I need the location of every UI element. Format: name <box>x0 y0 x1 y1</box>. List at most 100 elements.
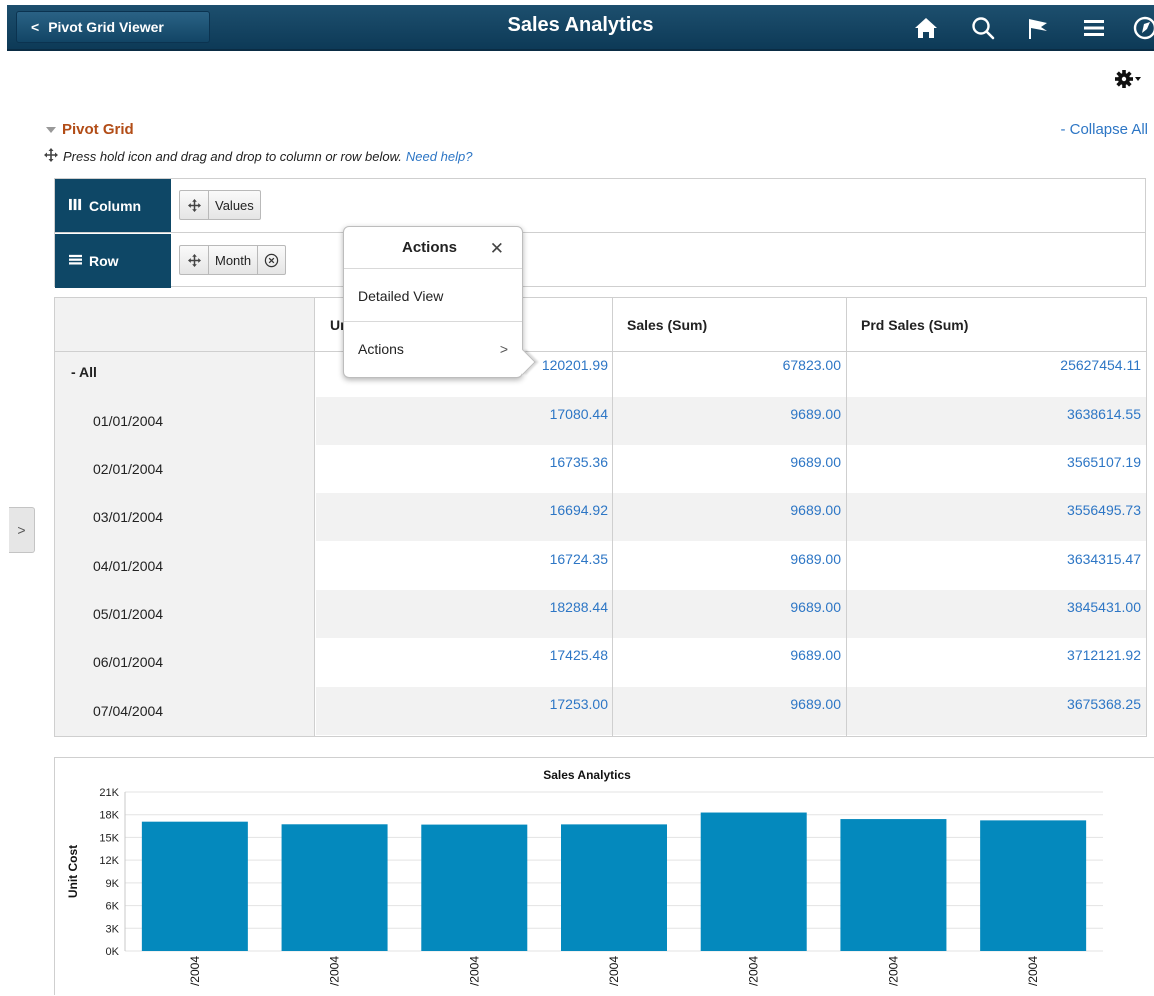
pivot-grid-title: Pivot Grid <box>62 121 134 138</box>
col-header-sales[interactable]: Sales (Sum) <box>613 298 846 352</box>
cell-prd-sales[interactable]: 25627454.11 <box>905 357 1141 373</box>
bar <box>141 821 248 951</box>
cell-unit-cost[interactable]: 16724.35 <box>455 551 608 567</box>
y-tick-label: 18K <box>99 810 119 822</box>
x-tick-label: /2004 <box>886 956 900 986</box>
row-label-all[interactable]: - All <box>55 364 315 380</box>
chart-title: Sales Analytics <box>543 768 631 782</box>
move-icon <box>44 148 58 165</box>
cell-unit-cost[interactable]: 17253.00 <box>455 696 608 712</box>
month-chip-label: Month <box>215 252 252 268</box>
header-bar: < Pivot Grid Viewer Sales Analytics <box>7 5 1154 51</box>
y-tick-label: 21K <box>99 787 119 799</box>
y-axis-label: Unit Cost <box>66 845 80 898</box>
cell-unit-cost[interactable]: 17080.44 <box>455 406 608 422</box>
search-icon[interactable] <box>969 14 997 42</box>
sales-analytics-chart: Sales Analytics 0K 3K 6K 9K 12K 15K 18K 21K Unit … <box>54 757 1154 995</box>
cell-unit-cost[interactable]: 17425.48 <box>455 647 608 663</box>
corner-header <box>55 298 316 352</box>
drag-hint: Press hold icon and drag and drop to col… <box>44 148 472 165</box>
flag-icon[interactable] <box>1024 14 1052 42</box>
cell-prd-sales[interactable]: 3675368.25 <box>905 696 1141 712</box>
back-button[interactable]: < Pivot Grid Viewer <box>16 11 210 43</box>
side-panel-toggle[interactable]: > <box>9 507 35 553</box>
cell-prd-sales[interactable]: 3556495.73 <box>905 502 1141 518</box>
actions-popup: Actions ✕ Detailed View Actions > <box>343 226 536 378</box>
values-chip[interactable]: Values <box>179 190 261 220</box>
column-zone-label: Column <box>55 179 171 232</box>
row-label: Row <box>89 253 119 269</box>
cell-sales[interactable]: 9689.00 <box>655 551 841 567</box>
row-label: 04/01/2004 <box>93 558 164 574</box>
cell-unit-cost[interactable]: 16694.92 <box>455 502 608 518</box>
cell-prd-sales[interactable]: 3565107.19 <box>905 454 1141 470</box>
row-label: 01/01/2004 <box>93 413 164 429</box>
x-tick-label: /2004 <box>607 956 621 986</box>
column-divider <box>846 298 847 736</box>
x-tick-label: /2004 <box>1026 956 1040 986</box>
cell-sales[interactable]: 9689.00 <box>655 502 841 518</box>
drag-handle-icon[interactable] <box>180 246 209 274</box>
x-tick-label: /2004 <box>188 956 202 986</box>
cell-sales[interactable]: 9689.00 <box>655 599 841 615</box>
month-chip[interactable]: Month <box>179 245 287 275</box>
cell-sales[interactable]: 9689.00 <box>655 647 841 663</box>
y-tick-label: 9K <box>106 878 120 890</box>
collapse-all-link[interactable]: - Collapse All <box>1060 121 1148 138</box>
need-help-link[interactable]: Need help? <box>406 149 473 164</box>
y-tick-label: 15K <box>99 832 119 844</box>
column-drop-row: Column Values <box>55 179 1145 233</box>
chart-svg: Sales Analytics 0K 3K 6K 9K 12K 15K 18K 21K Unit … <box>66 768 1103 986</box>
row-label: 03/01/2004 <box>93 509 164 525</box>
pivot-drop-zone: Column Values Row Month <box>54 178 1146 288</box>
bar <box>561 824 667 951</box>
remove-chip-icon[interactable] <box>257 246 285 274</box>
cell-prd-sales[interactable]: 3712121.92 <box>905 647 1141 663</box>
y-tick-label: 12K <box>99 855 119 867</box>
cell-sales[interactable]: 67823.00 <box>655 357 841 373</box>
row-drop-row: Row Month <box>55 234 1145 288</box>
row-zone-label: Row <box>55 234 171 288</box>
menu-icon[interactable] <box>1080 14 1108 42</box>
chevron-left-icon: < <box>31 19 40 35</box>
y-tick-label: 3K <box>106 923 120 935</box>
cell-sales[interactable]: 9689.00 <box>655 696 841 712</box>
row-label: 07/04/2004 <box>93 703 164 719</box>
cell-prd-sales[interactable]: 3845431.00 <box>905 599 1141 615</box>
close-icon[interactable]: ✕ <box>490 239 504 259</box>
detailed-view-label: Detailed View <box>358 287 444 304</box>
bar <box>700 812 807 951</box>
bar <box>281 824 388 951</box>
x-tick-label: /2004 <box>747 956 761 986</box>
detailed-view-item[interactable]: Detailed View <box>344 270 522 322</box>
back-button-label: Pivot Grid Viewer <box>48 19 164 35</box>
row-label: 02/01/2004 <box>93 461 164 477</box>
home-icon[interactable] <box>912 14 940 42</box>
col-header-prd-sales[interactable]: Prd Sales (Sum) <box>847 298 1146 352</box>
chevron-right-icon: > <box>17 522 26 538</box>
app-header: < Pivot Grid Viewer Sales Analytics <box>0 0 1154 62</box>
rows-icon <box>69 253 82 269</box>
drag-handle-icon[interactable] <box>180 191 209 219</box>
pivot-grid-table: Ur Sales (Sum) Prd Sales (Sum) - All 01/… <box>54 297 1147 737</box>
cell-sales[interactable]: 9689.00 <box>655 454 841 470</box>
cell-sales[interactable]: 9689.00 <box>655 406 841 422</box>
row-label: 06/01/2004 <box>93 654 164 670</box>
cell-unit-cost[interactable]: 16735.36 <box>455 454 608 470</box>
cell-unit-cost[interactable]: 18288.44 <box>455 599 608 615</box>
navbar-icon[interactable] <box>1131 14 1154 42</box>
actions-submenu-label: Actions <box>358 341 404 357</box>
drag-hint-text: Press hold icon and drag and drop to col… <box>63 149 402 164</box>
actions-submenu-item[interactable]: Actions > <box>344 323 522 375</box>
settings-gear-icon[interactable] <box>1114 68 1142 90</box>
cell-prd-sales[interactable]: 3634315.47 <box>905 551 1141 567</box>
y-tick-label: 0K <box>106 946 120 958</box>
columns-icon <box>69 198 82 214</box>
pivot-grid-toggle[interactable]: Pivot Grid <box>46 121 134 138</box>
col-header-sales-label: Sales (Sum) <box>627 316 708 333</box>
y-tick-label: 6K <box>106 901 120 913</box>
bar <box>840 819 947 951</box>
cell-prd-sales[interactable]: 3638614.55 <box>905 406 1141 422</box>
column-divider <box>612 298 613 736</box>
bar <box>421 824 528 951</box>
